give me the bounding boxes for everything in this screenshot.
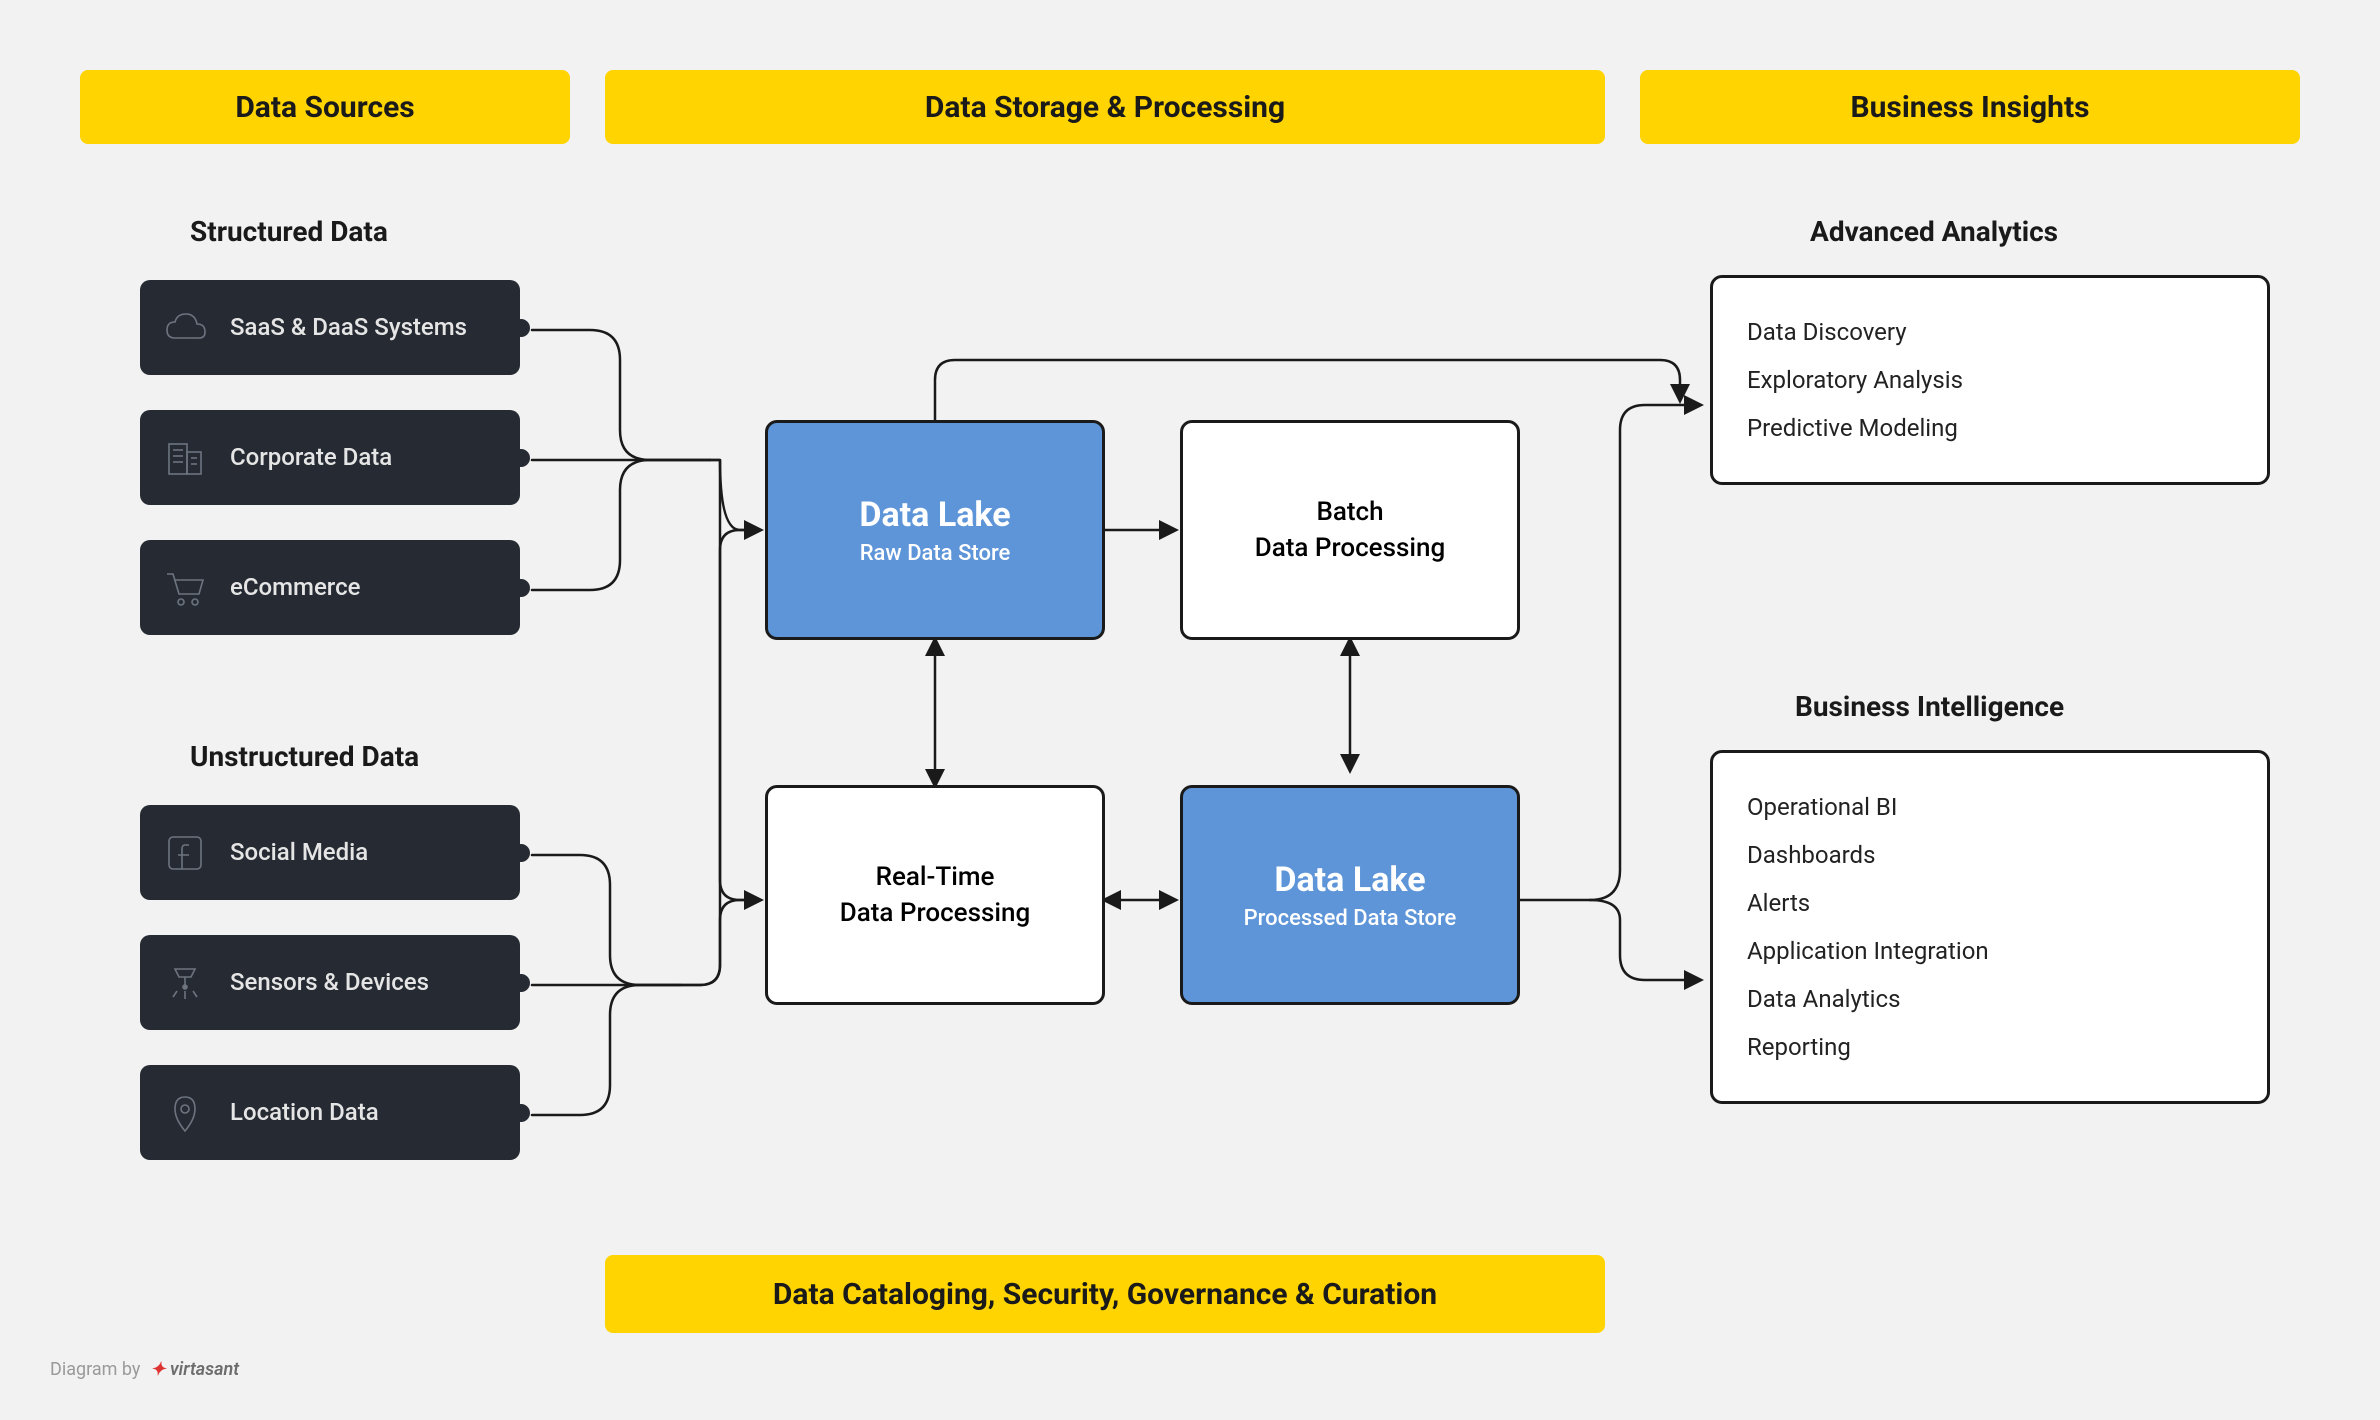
insight-item: Dashboards xyxy=(1747,831,2233,879)
pin-icon xyxy=(140,1089,230,1137)
banner-business-insights: Business Insights xyxy=(1640,70,2300,144)
connector-nub xyxy=(512,844,530,862)
heading-business-intelligence: Business Intelligence xyxy=(1795,690,2064,723)
insight-item: Reporting xyxy=(1747,1023,2233,1071)
connector-nub xyxy=(512,579,530,597)
insight-item: Exploratory Analysis xyxy=(1747,356,2233,404)
heading-advanced-analytics: Advanced Analytics xyxy=(1810,215,2058,248)
box-advanced-analytics: Data Discovery Exploratory Analysis Pred… xyxy=(1710,275,2270,485)
source-sensors: Sensors & Devices xyxy=(140,935,520,1030)
connector-nub xyxy=(512,1104,530,1122)
box-business-intelligence: Operational BI Dashboards Alerts Applica… xyxy=(1710,750,2270,1104)
source-ecommerce: eCommerce xyxy=(140,540,520,635)
cloud-icon xyxy=(140,304,230,352)
attribution: Diagram by ✦ virtasant xyxy=(50,1359,239,1380)
source-corporate: Corporate Data xyxy=(140,410,520,505)
insight-item: Predictive Modeling xyxy=(1747,404,2233,452)
attribution-brand: ✦ virtasant xyxy=(150,1359,239,1380)
banner-data-sources: Data Sources xyxy=(80,70,570,144)
insight-item: Alerts xyxy=(1747,879,2233,927)
source-social: Social Media xyxy=(140,805,520,900)
source-label: Corporate Data xyxy=(230,442,520,473)
box-batch-processing: BatchData Processing xyxy=(1180,420,1520,640)
insight-item: Data Analytics xyxy=(1747,975,2233,1023)
banner-storage-processing: Data Storage & Processing xyxy=(605,70,1605,144)
connector-nub xyxy=(512,319,530,337)
heading-structured-data: Structured Data xyxy=(190,215,388,248)
cart-icon xyxy=(140,564,230,612)
box-realtime-processing: Real-TimeData Processing xyxy=(765,785,1105,1005)
source-label: Social Media xyxy=(230,837,520,868)
diagram-canvas: Data Sources Data Storage & Processing B… xyxy=(0,0,2380,1420)
source-saas: SaaS & DaaS Systems xyxy=(140,280,520,375)
insight-item: Operational BI xyxy=(1747,783,2233,831)
box-title: Data Lake xyxy=(859,495,1010,535)
source-label: Location Data xyxy=(230,1097,520,1128)
source-label: eCommerce xyxy=(230,572,520,603)
box-title: Data Lake xyxy=(1274,860,1425,900)
box-raw-data-lake: Data Lake Raw Data Store xyxy=(765,420,1105,640)
box-subtitle: Raw Data Store xyxy=(860,541,1011,566)
source-location: Location Data xyxy=(140,1065,520,1160)
attribution-prefix: Diagram by xyxy=(50,1359,140,1380)
connector-nub xyxy=(512,974,530,992)
source-label: Sensors & Devices xyxy=(230,967,520,998)
facebook-icon xyxy=(140,829,230,877)
box-processed-data-lake: Data Lake Processed Data Store xyxy=(1180,785,1520,1005)
source-label: SaaS & DaaS Systems xyxy=(230,312,520,343)
insight-item: Data Discovery xyxy=(1747,308,2233,356)
connector-nub xyxy=(512,449,530,467)
sensor-icon xyxy=(140,959,230,1007)
banner-governance: Data Cataloging, Security, Governance & … xyxy=(605,1255,1605,1333)
insight-item: Application Integration xyxy=(1747,927,2233,975)
heading-unstructured-data: Unstructured Data xyxy=(190,740,419,773)
box-subtitle: Processed Data Store xyxy=(1244,906,1457,931)
building-icon xyxy=(140,434,230,482)
box-text: Real-TimeData Processing xyxy=(840,859,1030,932)
box-text: BatchData Processing xyxy=(1255,494,1445,567)
